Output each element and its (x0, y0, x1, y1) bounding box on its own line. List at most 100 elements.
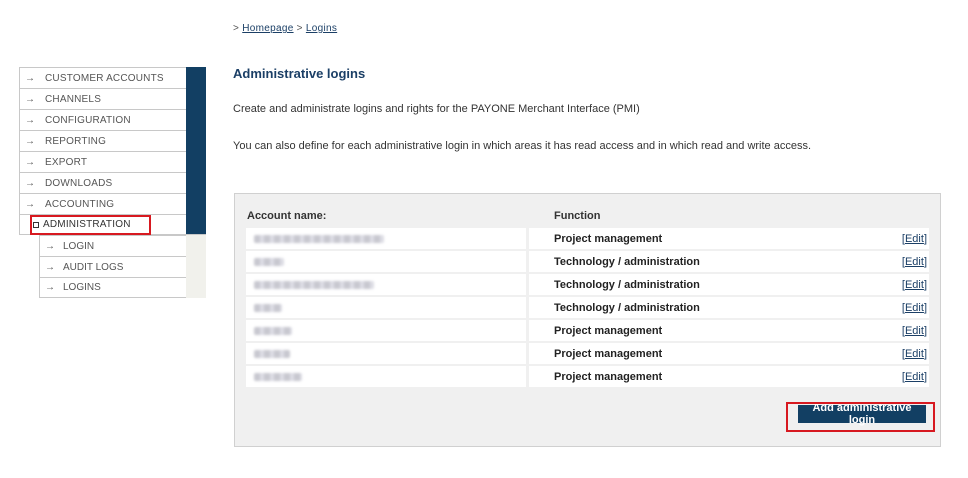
function-label: Project management (554, 324, 663, 337)
nav-item-bar (186, 193, 206, 214)
table-row: Project management [Edit] (244, 365, 929, 388)
column-header-account: Account name: (247, 210, 327, 222)
subnav-item-label: LOGINS (63, 282, 101, 293)
subnav-item-bar (186, 256, 206, 278)
function-label: Project management (554, 347, 663, 360)
function-label: Technology / administration (554, 255, 700, 268)
subnav-item-bar (186, 235, 206, 257)
nav-item-channels[interactable]: → CHANNELS (19, 88, 206, 109)
nav-item-export[interactable]: → EXPORT (19, 151, 206, 172)
table-row: Technology / administration [Edit] (244, 296, 929, 319)
nav-item-administration[interactable]: ADMINISTRATION (19, 214, 206, 235)
breadcrumb-separator: > (296, 23, 303, 34)
subnav-item-label: AUDIT LOGS (63, 261, 124, 273)
nav-item-label: DOWNLOADS (45, 177, 113, 189)
edit-link-label: Edit (904, 347, 924, 360)
function-cell: Project management [Edit] (529, 228, 929, 249)
table-row: Project management [Edit] (244, 342, 929, 365)
arrow-right-icon: → (25, 93, 35, 105)
square-bullet-icon (33, 221, 39, 228)
subnav-item-audit-logs[interactable]: → AUDIT LOGS (39, 256, 206, 278)
nav-item-reporting[interactable]: → REPORTING (19, 130, 206, 151)
arrow-right-icon: → (45, 240, 55, 252)
table-row: Technology / administration [Edit] (244, 250, 929, 273)
table-row: Project management [Edit] (244, 319, 929, 342)
function-cell: Technology / administration [Edit] (529, 297, 929, 318)
nav-item-bar (186, 88, 206, 109)
account-name-cell (246, 343, 526, 364)
account-name-cell (246, 320, 526, 341)
table-header: Account name: Function (247, 210, 928, 226)
table-row: Project management [Edit] (244, 227, 929, 250)
function-cell: Project management [Edit] (529, 366, 929, 387)
function-label: Project management (554, 370, 663, 383)
arrow-right-icon: → (25, 135, 35, 147)
nav-item-bar (186, 130, 206, 151)
nav-item-customer-accounts[interactable]: → CUSTOMER ACCOUNTS (19, 67, 206, 88)
arrow-right-icon: → (25, 198, 35, 210)
breadcrumb-homepage-link[interactable]: Homepage (242, 23, 293, 34)
nav-item-label: CONFIGURATION (45, 114, 131, 126)
edit-link[interactable]: [Edit] (902, 302, 927, 314)
subnav-item-logins[interactable]: → LOGINS (39, 277, 206, 298)
function-cell: Technology / administration [Edit] (529, 251, 929, 272)
nav-item-configuration[interactable]: → CONFIGURATION (19, 109, 206, 130)
edit-link[interactable]: [Edit] (902, 348, 927, 360)
account-name-cell (246, 366, 526, 387)
nav-item-downloads[interactable]: → DOWNLOADS (19, 172, 206, 193)
edit-link[interactable]: [Edit] (902, 256, 927, 268)
arrow-right-icon: → (45, 261, 55, 273)
arrow-right-icon: → (25, 177, 35, 189)
function-cell: Technology / administration [Edit] (529, 274, 929, 295)
breadcrumb: > Homepage > Logins (233, 23, 337, 34)
account-name-cell (246, 274, 526, 295)
nav-item-label: ADMINISTRATION (43, 219, 131, 230)
table-row: Technology / administration [Edit] (244, 273, 929, 296)
nav-item-bar (186, 172, 206, 193)
breadcrumb-prefix: > (233, 23, 240, 34)
arrow-right-icon: → (45, 282, 55, 293)
function-cell: Project management [Edit] (529, 320, 929, 341)
edit-link[interactable]: [Edit] (902, 325, 927, 337)
nav-item-label: CUSTOMER ACCOUNTS (45, 72, 164, 84)
redacted-account-name (254, 372, 302, 381)
account-name-cell (246, 228, 526, 249)
redacted-account-name (254, 257, 284, 266)
arrow-right-icon: → (25, 72, 35, 84)
breadcrumb-logins-link[interactable]: Logins (306, 23, 337, 34)
logins-table: Project management [Edit] Technology / adm… (244, 227, 929, 388)
nav-item-bar (186, 214, 206, 234)
logins-panel: Account name: Function Project managemen… (234, 193, 941, 447)
sub-nav: → LOGIN → AUDIT LOGS → LOGINS (39, 235, 206, 298)
nav-item-label: CHANNELS (45, 93, 102, 105)
main-nav: → CUSTOMER ACCOUNTS → CHANNELS → CONFIGU… (19, 67, 206, 235)
nav-item-accounting[interactable]: → ACCOUNTING (19, 193, 206, 214)
edit-link-label: Edit (904, 301, 924, 314)
edit-link[interactable]: [Edit] (902, 233, 927, 245)
edit-link[interactable]: [Edit] (902, 371, 927, 383)
intro-text: Create and administrate logins and right… (233, 103, 640, 115)
subnav-item-bar (186, 277, 206, 298)
redacted-account-name (254, 326, 292, 335)
nav-item-bar (186, 109, 206, 130)
function-label: Project management (554, 232, 663, 245)
edit-link[interactable]: [Edit] (902, 279, 927, 291)
arrow-right-icon: → (25, 156, 35, 168)
page-title: Administrative logins (233, 66, 366, 81)
redacted-account-name (254, 234, 384, 243)
nav-item-bar (186, 67, 206, 88)
function-cell: Project management [Edit] (529, 343, 929, 364)
edit-link-label: Edit (904, 370, 924, 383)
edit-link-label: Edit (904, 278, 924, 291)
account-name-cell (246, 251, 526, 272)
nav-item-label: EXPORT (45, 156, 88, 168)
function-label: Technology / administration (554, 278, 700, 291)
edit-link-label: Edit (904, 324, 924, 337)
function-label: Technology / administration (554, 301, 700, 314)
account-name-cell (246, 297, 526, 318)
nav-item-label: REPORTING (45, 135, 107, 147)
subnav-item-login[interactable]: → LOGIN (39, 235, 206, 257)
add-administrative-login-button[interactable]: Add administrative login (798, 402, 926, 426)
nav-item-label: ACCOUNTING (45, 198, 115, 210)
redacted-account-name (254, 303, 282, 312)
